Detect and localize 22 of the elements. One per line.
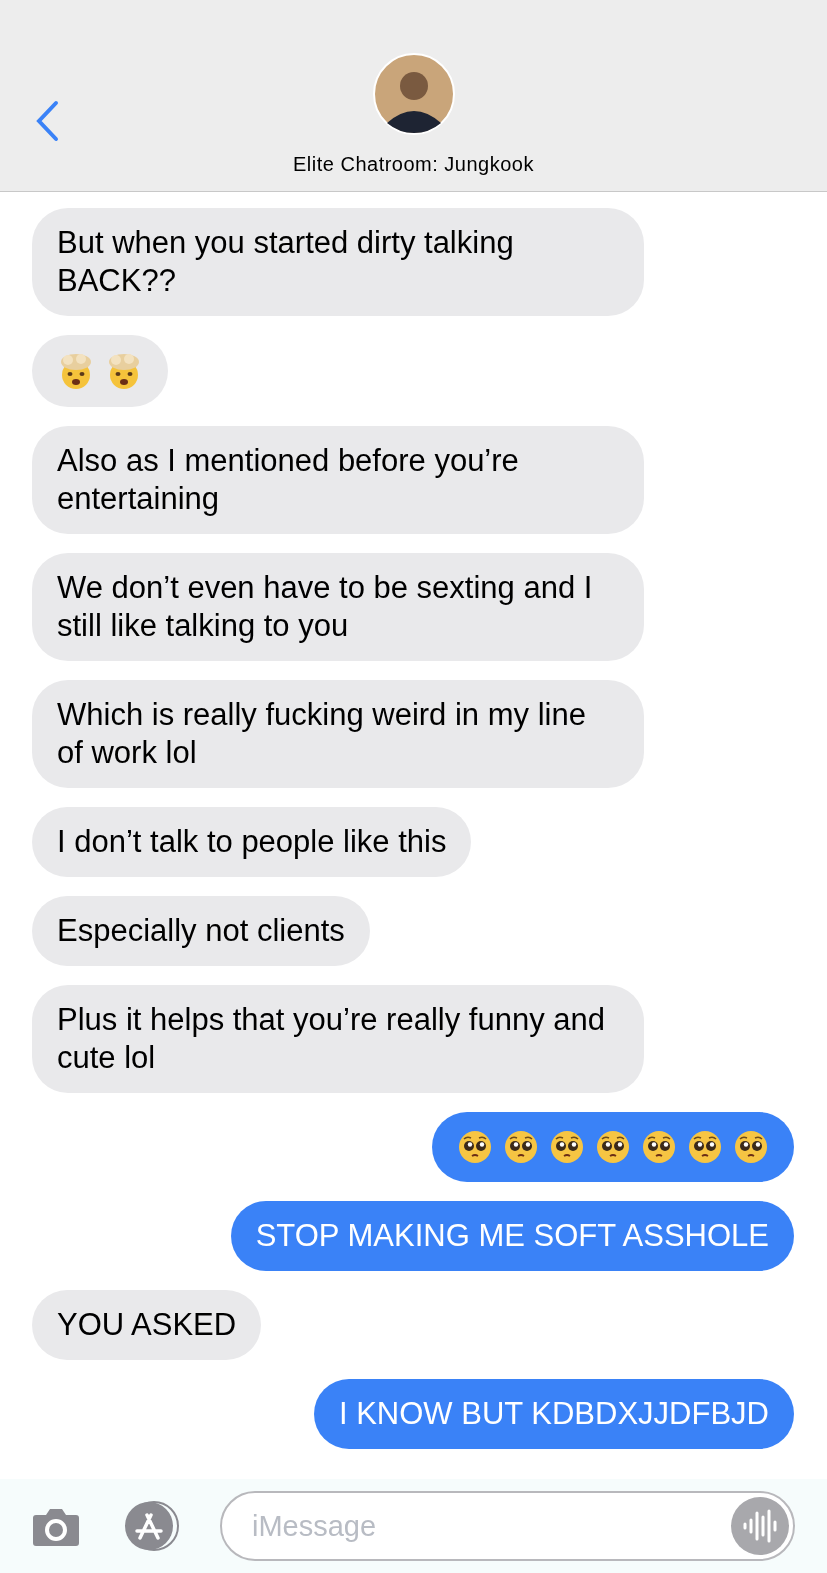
message-bubble: I don’t talk to people like this — [32, 807, 472, 877]
message-bubble: I KNOW BUT KDBDXJJDFBJD — [313, 1379, 794, 1449]
avatar[interactable] — [372, 53, 455, 135]
message-bubble: Which is really fucking weird in my line of work lol — [32, 680, 644, 788]
message-bubble: We don’t even have to be sexting and I still like talking to you — [32, 553, 644, 661]
message-bubble: But when you started dirty talking BACK?? — [32, 208, 644, 316]
pleading-face-emoji-icon — [457, 1129, 493, 1165]
chat-title: Elite Chatroom: Jungkook — [293, 152, 534, 177]
pleading-face-emoji-icon — [733, 1129, 769, 1165]
audio-waveform-icon[interactable] — [731, 1497, 789, 1555]
message-field[interactable]: iMessage — [220, 1491, 795, 1561]
pleading-face-emoji-icon — [641, 1129, 677, 1165]
message-bubble: Also as I mentioned before you’re entertaining — [32, 426, 644, 534]
message-bubble: YOU ASKED — [32, 1290, 262, 1360]
message-bubble: STOP MAKING ME SOFT ASSHOLE — [230, 1201, 794, 1271]
back-icon[interactable] — [34, 100, 60, 142]
pleading-face-emoji-icon — [549, 1129, 585, 1165]
pleading-face-emoji-icon — [595, 1129, 631, 1165]
pleading-face-emoji-icon — [687, 1129, 723, 1165]
pleading-face-emoji-icon — [503, 1129, 539, 1165]
message-bubble: Especially not clients — [32, 896, 370, 966]
message-bubble: Plus it helps that you’re really funny and cute lol — [32, 985, 644, 1093]
